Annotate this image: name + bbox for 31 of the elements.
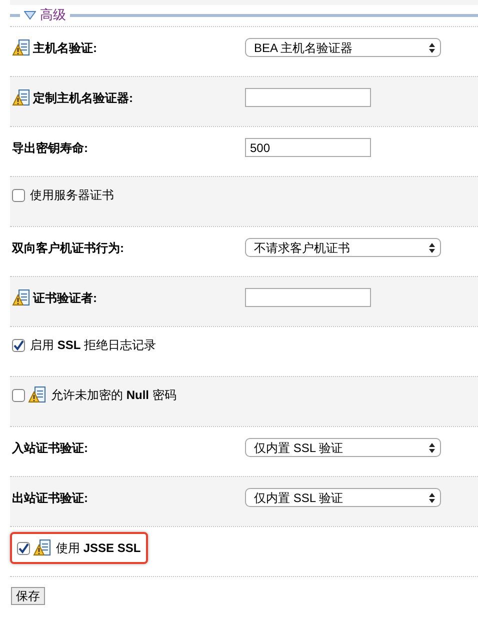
checkmark-icon	[13, 340, 24, 350]
checkbox-label: 允许未加密的 Null 密码	[51, 387, 176, 404]
field-label: 双向客户机证书行为:	[12, 240, 124, 257]
field-label: 导出密钥寿命:	[12, 140, 88, 157]
checkbox-label: 使用服务器证书	[30, 187, 114, 204]
collapse-triangle-icon[interactable]	[24, 10, 36, 20]
field-label: 入站证书验证:	[12, 440, 88, 457]
dropdown[interactable]: 不请求客户机证书	[245, 238, 441, 257]
dropdown[interactable]: 仅内置 SSL 验证	[245, 488, 441, 507]
select-arrows-icon	[429, 242, 435, 252]
checkbox-label: 启用 SSL 拒绝日志记录	[30, 337, 156, 354]
checkbox[interactable]	[17, 542, 30, 554]
dropdown[interactable]: 仅内置 SSL 验证	[245, 438, 441, 457]
field-label: 定制主机名验证器:	[33, 90, 133, 107]
field-label: 出站证书验证:	[12, 490, 88, 507]
save-button[interactable]: 保存	[11, 587, 45, 605]
checkbox[interactable]	[12, 338, 25, 352]
text-field[interactable]	[245, 288, 371, 307]
dropdown[interactable]: BEA 主机名验证器	[245, 38, 441, 57]
select-arrows-icon	[429, 442, 435, 452]
checkbox[interactable]	[12, 388, 25, 402]
text-field[interactable]	[245, 88, 371, 107]
select-arrows-icon	[429, 492, 435, 502]
checkbox[interactable]	[12, 188, 25, 202]
text-field[interactable]: 500	[245, 138, 371, 157]
checkbox-label: 使用 JSSE SSL	[56, 540, 141, 557]
field-label: 主机名验证:	[33, 40, 97, 57]
checkmark-icon	[18, 542, 29, 554]
field-label: 证书验证者:	[33, 290, 97, 307]
section-title: 高级	[40, 6, 66, 24]
select-arrows-icon	[429, 42, 435, 52]
